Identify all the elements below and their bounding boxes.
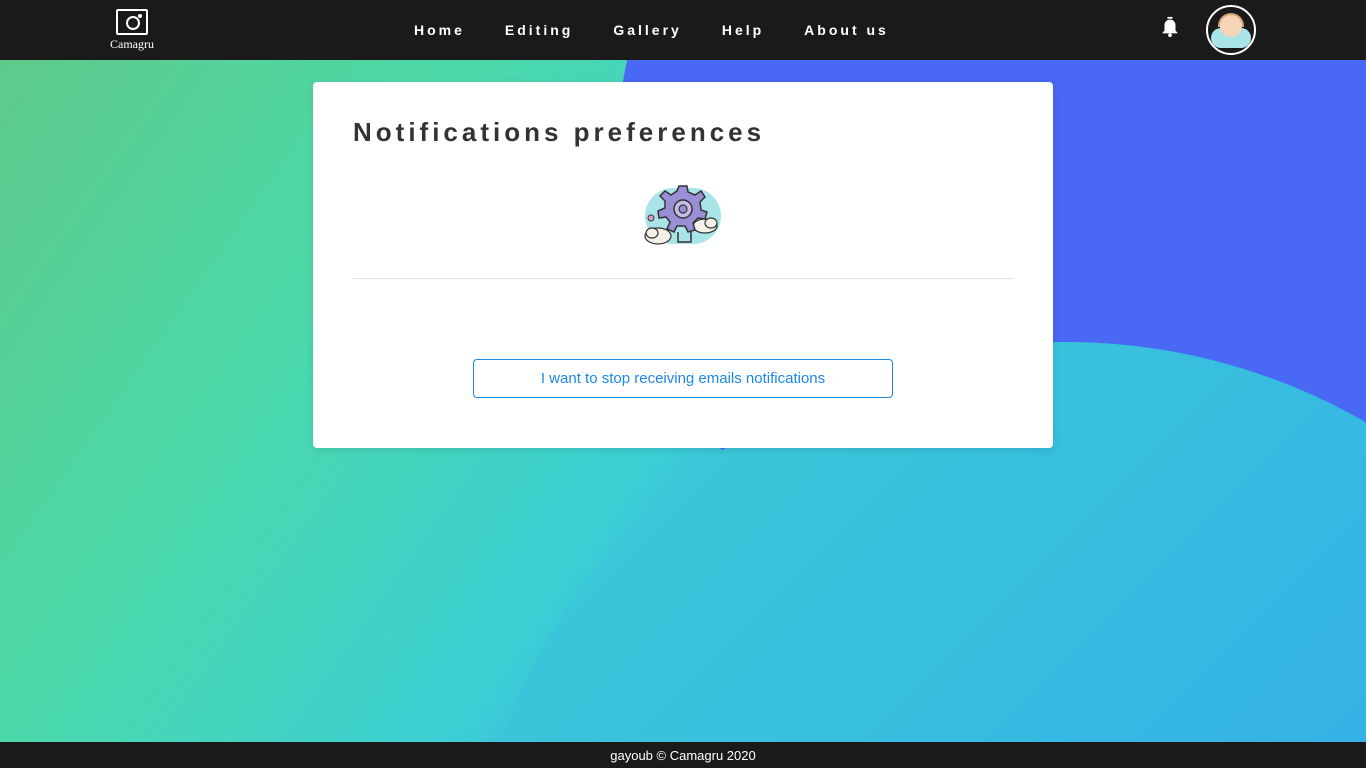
notifications-bell-icon[interactable]	[1159, 16, 1181, 44]
nav-home[interactable]: Home	[414, 22, 465, 38]
footer: gayoub © Camagru 2020	[0, 742, 1366, 768]
header-actions	[1159, 5, 1256, 55]
footer-text: gayoub © Camagru 2020	[610, 748, 755, 763]
header: Camagru Home Editing Gallery Help About …	[0, 0, 1366, 60]
nav-about[interactable]: About us	[804, 22, 889, 38]
camera-icon	[116, 9, 148, 35]
nav-gallery[interactable]: Gallery	[613, 22, 681, 38]
card-title: Notifications preferences	[353, 117, 1013, 148]
brand-logo[interactable]: Camagru	[110, 9, 154, 52]
divider	[353, 278, 1013, 279]
stop-emails-button[interactable]: I want to stop receiving emails notifica…	[473, 359, 893, 398]
main-nav: Home Editing Gallery Help About us	[414, 22, 889, 38]
preferences-card: Notifications preferences	[313, 82, 1053, 448]
main-content: Notifications preferences	[0, 60, 1366, 742]
gear-illustration	[353, 178, 1013, 253]
user-avatar[interactable]	[1206, 5, 1256, 55]
nav-editing[interactable]: Editing	[505, 22, 573, 38]
brand-name: Camagru	[110, 37, 154, 52]
nav-help[interactable]: Help	[722, 22, 764, 38]
